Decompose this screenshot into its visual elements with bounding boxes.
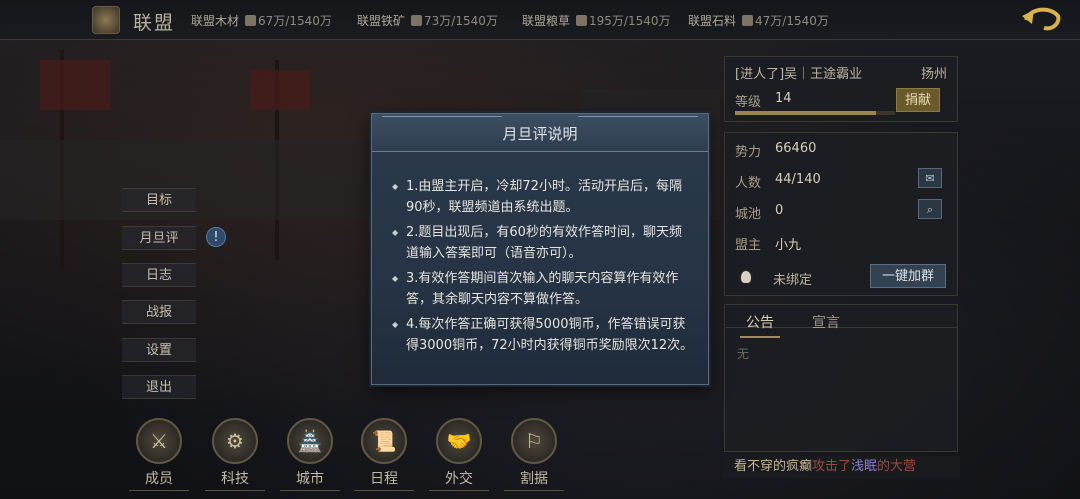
level-progress-bar xyxy=(735,111,895,115)
alliance-name: [进人了]吴｜王途霸业 xyxy=(735,67,863,82)
resource-value: 195万/1540万 xyxy=(589,14,671,28)
notice-content: 无 xyxy=(737,347,750,361)
wood-icon xyxy=(245,15,257,26)
menu-yuedanping[interactable]: 月旦评 xyxy=(122,226,196,250)
resource-value: 67万/1540万 xyxy=(258,14,332,28)
menu-target[interactable]: 目标 xyxy=(122,188,196,212)
back-arrow-icon[interactable] xyxy=(1020,2,1064,38)
nav-label: 日程 xyxy=(354,468,414,491)
level-label: 等级 xyxy=(735,95,762,110)
rule-item: 1.由盟主开启，冷却72小时。活动开启后，每隔90秒，联盟频道由系统出题。 xyxy=(392,176,694,218)
modal-body: 1.由盟主开启，冷却72小时。活动开启后，每隔90秒，联盟频道由系统出题。 2.… xyxy=(392,176,694,360)
menu-log[interactable]: 日志 xyxy=(122,263,196,287)
nav-schedule-button[interactable]: 📜 日程 xyxy=(354,418,414,496)
schedule-icon: 📜 xyxy=(361,418,407,464)
level-progress-fill xyxy=(735,111,876,115)
ticker-suffix: 的大营 xyxy=(877,459,917,474)
nav-members-button[interactable]: ⚔ 成员 xyxy=(129,418,189,496)
menu-settings[interactable]: 设置 xyxy=(122,338,196,362)
grain-icon xyxy=(576,15,588,26)
donate-button[interactable]: 捐献 xyxy=(896,88,940,112)
leader-value: 小九 xyxy=(775,238,802,253)
ticker-attacker: 看不穿的疯癫 xyxy=(734,459,813,474)
resource-label: 联盟粮草 xyxy=(522,14,571,28)
rule-item: 4.每次作答正确可获得5000铜币，作答错误可获得3000铜币，72小时内获得铜… xyxy=(392,314,694,356)
mail-icon[interactable]: ✉ xyxy=(918,168,942,188)
nav-label: 割据 xyxy=(504,468,564,491)
top-bar: 联盟 联盟木材 67万/1540万 联盟铁矿 73万/1540万 联盟粮草 195万/… xyxy=(0,0,1080,40)
cities-value: 0 xyxy=(775,203,784,218)
join-group-button[interactable]: 一键加群 xyxy=(870,264,946,288)
leader-label: 盟主 xyxy=(735,238,762,253)
rule-item: 2.题目出现后，有60秒的有效作答时间，聊天频道输入答案即可（语音亦可）。 xyxy=(392,222,694,264)
nav-label: 科技 xyxy=(205,468,265,491)
power-label: 势力 xyxy=(735,145,762,160)
tech-icon: ⚙ xyxy=(212,418,258,464)
members-label: 人数 xyxy=(735,176,762,191)
nav-territory-button[interactable]: ⚐ 割据 xyxy=(504,418,564,496)
members-icon: ⚔ xyxy=(136,418,182,464)
nav-label: 成员 xyxy=(129,468,189,491)
resource-label: 联盟石料 xyxy=(688,14,737,28)
menu-exit[interactable]: 退出 xyxy=(122,375,196,399)
resource-label: 联盟木材 xyxy=(191,14,240,28)
alliance-emblem-icon xyxy=(92,6,120,34)
rules-modal: 月旦评说明 1.由盟主开启，冷却72小时。活动开启后，每隔90秒，联盟频道由系统… xyxy=(371,113,709,385)
stone-icon xyxy=(742,15,754,26)
resource-value: 47万/1540万 xyxy=(755,14,829,28)
city-icon: 🏯 xyxy=(287,418,333,464)
alliance-city: 扬州 xyxy=(920,67,947,82)
qq-penguin-icon xyxy=(739,269,753,285)
iron-icon xyxy=(411,15,423,26)
resource-grain: 联盟粮草 195万/1540万 xyxy=(522,12,671,29)
power-value: 66460 xyxy=(775,141,817,156)
level-value: 14 xyxy=(775,91,792,106)
info-icon[interactable]: ! xyxy=(206,227,226,247)
resource-value: 73万/1540万 xyxy=(424,14,498,28)
modal-header: 月旦评说明 xyxy=(372,114,708,152)
modal-title: 月旦评说明 xyxy=(502,125,578,143)
nav-label: 城市 xyxy=(280,468,340,491)
members-value: 44/140 xyxy=(775,172,821,187)
event-ticker: 看不穿的疯癫攻击了浅眠的大营 xyxy=(722,456,960,478)
search-icon[interactable]: ⌕ xyxy=(918,199,942,219)
menu-battle-report[interactable]: 战报 xyxy=(122,300,196,324)
territory-icon: ⚐ xyxy=(511,418,557,464)
nav-tech-button[interactable]: ⚙ 科技 xyxy=(205,418,265,496)
ticker-action: 攻击了 xyxy=(812,459,852,474)
nav-diplomacy-button[interactable]: 🤝 外交 xyxy=(429,418,489,496)
qq-status: 未绑定 xyxy=(773,273,813,288)
rule-item: 3.有效作答期间首次输入的聊天内容算作有效作答，其余聊天内容不算做作答。 xyxy=(392,268,694,310)
page-title: 联盟 xyxy=(133,12,176,34)
nav-label: 外交 xyxy=(429,468,489,491)
resource-wood: 联盟木材 67万/1540万 xyxy=(191,12,332,29)
nav-city-button[interactable]: 🏯 城市 xyxy=(280,418,340,496)
ticker-target: 浅眠 xyxy=(851,459,878,474)
tab-notice[interactable]: 公告 xyxy=(740,312,780,338)
resource-iron: 联盟铁矿 73万/1540万 xyxy=(357,12,498,29)
cities-label: 城池 xyxy=(735,207,762,222)
resource-stone: 联盟石料 47万/1540万 xyxy=(688,12,829,29)
resource-label: 联盟铁矿 xyxy=(357,14,406,28)
diplomacy-icon: 🤝 xyxy=(436,418,482,464)
tab-declaration[interactable]: 宣言 xyxy=(812,312,840,332)
